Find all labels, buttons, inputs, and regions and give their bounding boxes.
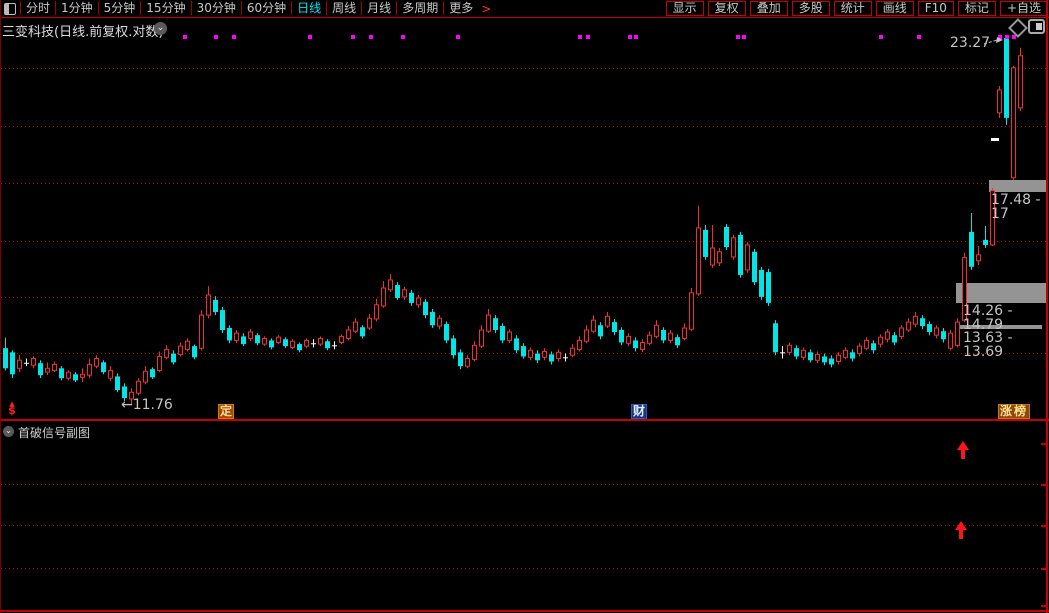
chevron-down-icon[interactable]: ⌄: [3, 426, 14, 437]
subchart-title[interactable]: 首破信号副图: [18, 424, 90, 441]
money-flag-icon[interactable]: ▲ $: [6, 401, 18, 417]
high-price-label: 23.27: [950, 35, 991, 51]
gap-zone-label-3: 13.63 - 13.69: [963, 330, 1013, 360]
chevron-down-icon[interactable]: ⌄: [154, 22, 167, 35]
gap-zone-label-2: 14.26 - 14.79: [963, 303, 1013, 333]
candlestick-chart[interactable]: [1, 0, 1049, 613]
badge-cai[interactable]: 财: [631, 404, 648, 419]
badge-ding[interactable]: 定: [218, 404, 235, 419]
chart-title[interactable]: 三变科技(日线.前复权.对数): [2, 21, 163, 40]
gap-zone-label-1: 17.48 - 17: [991, 192, 1041, 222]
trading-app-window: 分时 1分钟 5分钟 15分钟 30分钟 60分钟 日线 周线 月线 多周期 更多 > 显示 复权 叠加…: [0, 0, 1049, 613]
window-right-border: [1046, 0, 1048, 613]
layout-panel-icon[interactable]: [1028, 19, 1045, 34]
badge-zhangbang[interactable]: 涨榜: [998, 404, 1031, 419]
window-bottom-border: [1, 610, 1049, 612]
low-price-label: ←11.76: [121, 397, 173, 413]
panel-divider[interactable]: [1, 419, 1049, 421]
